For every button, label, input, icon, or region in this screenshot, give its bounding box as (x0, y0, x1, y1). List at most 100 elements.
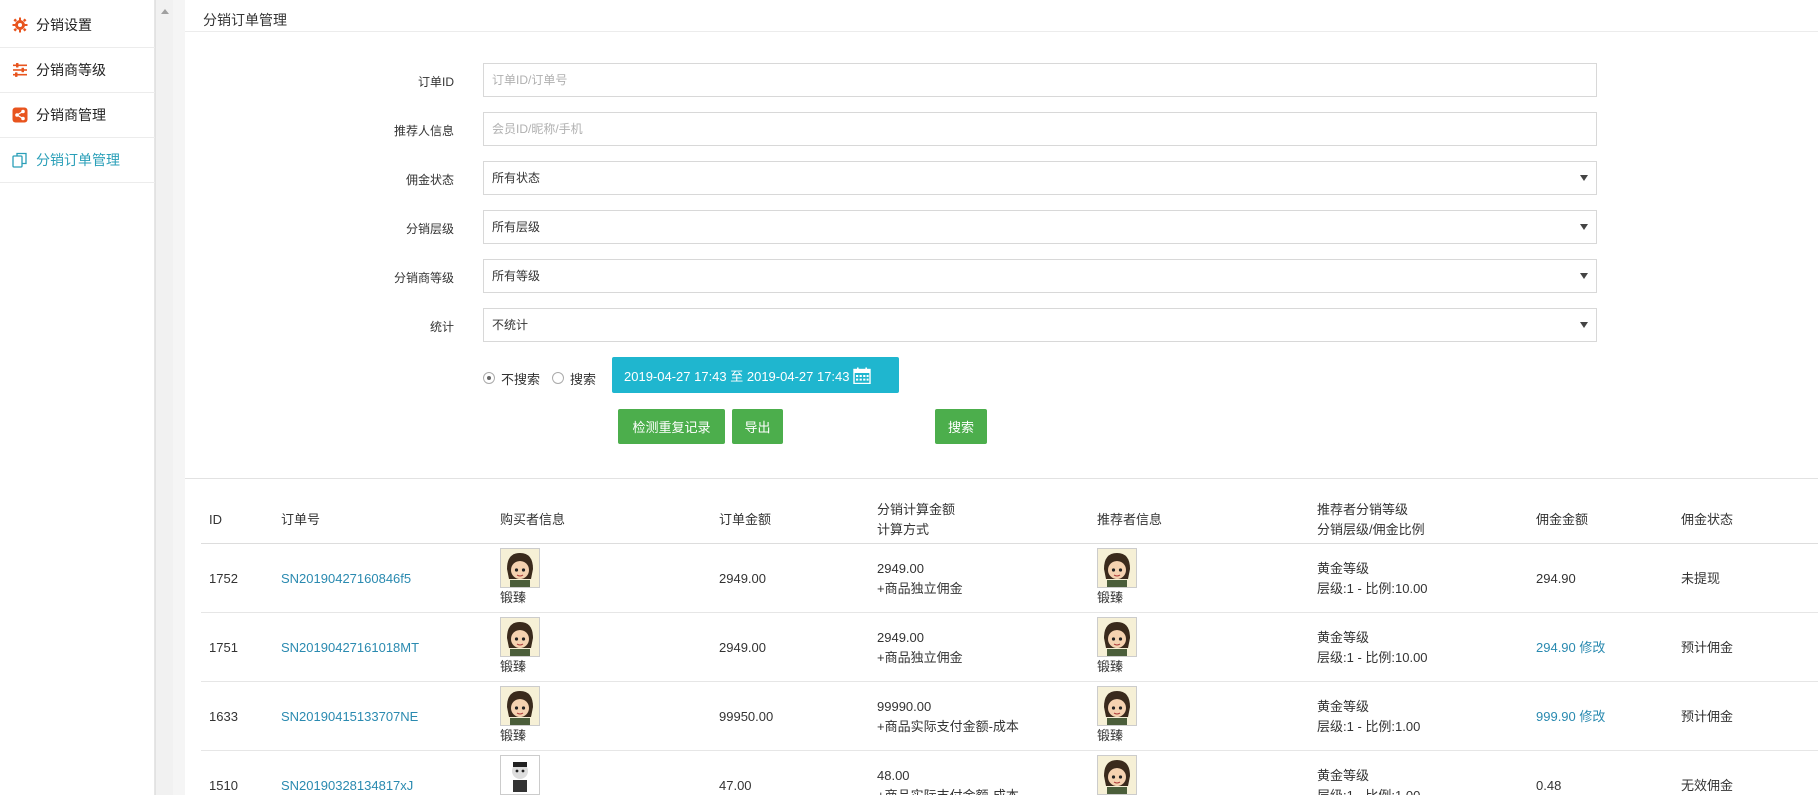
col-header-commission: 佣金金额 (1536, 511, 1589, 527)
stats-value: 不统计 (492, 318, 529, 332)
check-duplicates-button[interactable]: 检测重复记录 (618, 409, 725, 444)
level-select[interactable]: 所有层级 (483, 210, 1597, 244)
stats-row: 统计 不统计 (185, 308, 1818, 344)
referrer-name: 锻臻 (1097, 728, 1124, 743)
content-panel: 分销订单管理 订单ID 推荐人信息 佣金状态 所有状态 分销层级 所有层级 (185, 0, 1818, 795)
cell-commission: 999.90 修改 (1536, 682, 1605, 751)
order-id-label: 订单ID (417, 75, 454, 89)
ref-ratio: 层级:1 - 比例:10.00 (1317, 649, 1428, 665)
sidebar-item-dealer-level[interactable]: 分销商等级 (0, 48, 155, 93)
ref-level: 黄金等级 (1317, 560, 1370, 576)
cell-referrer: 锻臻 (1097, 544, 1137, 613)
calc-method: +商品实际支付金额-成本 (877, 718, 1019, 734)
avatar[interactable] (500, 686, 540, 726)
ref-ratio: 层级:1 - 比例:1.00 (1317, 718, 1421, 734)
page-title: 分销订单管理 (203, 12, 287, 28)
buyer-name: 锻臻 (500, 728, 527, 743)
date-range-text: 2019-04-27 17:43 至 2019-04-27 17:43 (624, 368, 850, 384)
order-number-link[interactable]: SN20190415133707NE (281, 707, 418, 727)
radio-no-search[interactable]: 不搜索 (483, 369, 540, 388)
sidebar-item-label: 分销订单管理 (36, 152, 120, 168)
cell-commission: 294.90 (1536, 544, 1576, 613)
col-header-calc-amount: 分销计算金额 (877, 501, 956, 517)
sidebar-item-label: 分销商等级 (36, 62, 106, 78)
avatar[interactable] (1097, 686, 1137, 726)
col-header-calc: 分销计算金额 计算方式 (877, 495, 955, 544)
commission-amount: 294.90 (1536, 570, 1576, 586)
avatar[interactable] (500, 548, 540, 588)
level-value: 所有层级 (492, 220, 541, 234)
cell-buyer: 锻臻 (500, 544, 540, 613)
order-id-row: 订单ID (185, 63, 1818, 99)
commission-amount-link[interactable]: 999.90 (1536, 709, 1576, 724)
copy-icon (12, 152, 27, 168)
cell-status: 无效佣金 (1681, 777, 1734, 793)
table-row: 1751 SN20190427161018MT 锻臻 2949.00 2949.00 +商… (201, 613, 1818, 682)
chevron-down-icon (1580, 224, 1588, 230)
col-header-ref-level: 推荐者分销等级 分销层级/佣金比例 (1317, 495, 1425, 544)
avatar[interactable] (500, 617, 540, 657)
radio-button[interactable] (552, 372, 565, 384)
commission-amount-link[interactable]: 294.90 (1536, 640, 1576, 655)
ref-level: 黄金等级 (1317, 767, 1370, 783)
cell-buyer: 锻臻 (500, 682, 540, 751)
radio-button[interactable] (483, 372, 495, 384)
table-row: 1752 SN20190427160846f5 锻臻 2949.00 2949.00 +商… (201, 544, 1818, 613)
avatar[interactable] (1097, 755, 1137, 795)
calc-amount: 2949.00 (877, 629, 924, 645)
order-id-input[interactable] (483, 63, 1597, 97)
radio-search-label: 搜索 (570, 371, 597, 387)
cell-amount: 2949.00 (719, 639, 766, 655)
stats-select[interactable]: 不统计 (483, 308, 1597, 342)
ref-level: 黄金等级 (1317, 698, 1370, 714)
sidebar-item-order-management[interactable]: 分销订单管理 (0, 138, 155, 183)
level-label: 分销层级 (405, 222, 454, 236)
ref-ratio: 层级:1 - 比例:10.00 (1317, 580, 1428, 596)
order-number-link[interactable]: SN20190427161018MT (281, 638, 419, 658)
avatar[interactable] (500, 755, 540, 795)
col-header-calc-method: 计算方式 (877, 521, 930, 537)
col-header-referrer: 推荐者信息 (1097, 511, 1163, 527)
referrer-row: 推荐人信息 (185, 112, 1818, 148)
scroll-up-arrow-icon[interactable] (161, 9, 169, 14)
dealer-level-select[interactable]: 所有等级 (483, 259, 1597, 293)
col-header-amount: 订单金额 (719, 511, 772, 527)
cell-amount: 99950.00 (719, 708, 774, 724)
sliders-icon (13, 63, 27, 77)
avatar[interactable] (1097, 617, 1137, 657)
sidebar-scrollbar[interactable] (155, 0, 173, 795)
edit-commission-link[interactable]: 修改 (1579, 640, 1605, 655)
sidebar-item-dealer-management[interactable]: 分销商管理 (0, 93, 155, 138)
cell-commission: 294.90 修改 (1536, 613, 1605, 682)
calc-method: +商品独立佣金 (877, 580, 963, 596)
cell-calc: 2949.00 +商品独立佣金 (877, 613, 963, 682)
sidebar: 分销设置 分销商等级 分销商管理 分销订单管理 (0, 0, 173, 795)
order-number-link[interactable]: SN20190328134817xJ (281, 776, 413, 795)
calc-method: +商品实际支付金额-成本 (877, 787, 1019, 795)
chevron-down-icon (1580, 273, 1588, 279)
col-header-ref-level-title: 推荐者分销等级 (1317, 501, 1409, 517)
commission-status-value: 所有状态 (492, 171, 541, 185)
level-row: 分销层级 所有层级 (185, 210, 1818, 246)
share-icon (12, 107, 28, 123)
referrer-input[interactable] (483, 112, 1597, 146)
commission-amount: 0.48 (1536, 777, 1562, 793)
avatar[interactable] (1097, 548, 1137, 588)
search-button[interactable]: 搜索 (935, 409, 987, 444)
dealer-level-label: 分销商等级 (393, 271, 454, 285)
date-range-picker[interactable]: 2019-04-27 17:43 至 2019-04-27 17:43 (612, 357, 899, 393)
col-header-order-no: 订单号 (281, 511, 321, 527)
cell-ref-level: 黄金等级层级:1 - 比例:10.00 (1317, 544, 1428, 613)
cell-buyer (500, 751, 540, 795)
table-header: ID 订单号 购买者信息 订单金额 分销计算金额 计算方式 推荐者信息 推荐者分… (201, 495, 1818, 544)
sidebar-item-settings[interactable]: 分销设置 (0, 3, 155, 48)
calc-method: +商品独立佣金 (877, 649, 963, 665)
col-header-buyer: 购买者信息 (500, 511, 566, 527)
commission-status-select[interactable]: 所有状态 (483, 161, 1597, 195)
col-header-ref-ratio: 分销层级/佣金比例 (1317, 521, 1425, 537)
export-button[interactable]: 导出 (732, 409, 783, 444)
cell-ref-level: 黄金等级层级:1 - 比例:1.00 (1317, 682, 1420, 751)
radio-search[interactable]: 搜索 (552, 369, 596, 388)
order-number-link[interactable]: SN20190427160846f5 (281, 569, 411, 589)
edit-commission-link[interactable]: 修改 (1579, 709, 1605, 724)
